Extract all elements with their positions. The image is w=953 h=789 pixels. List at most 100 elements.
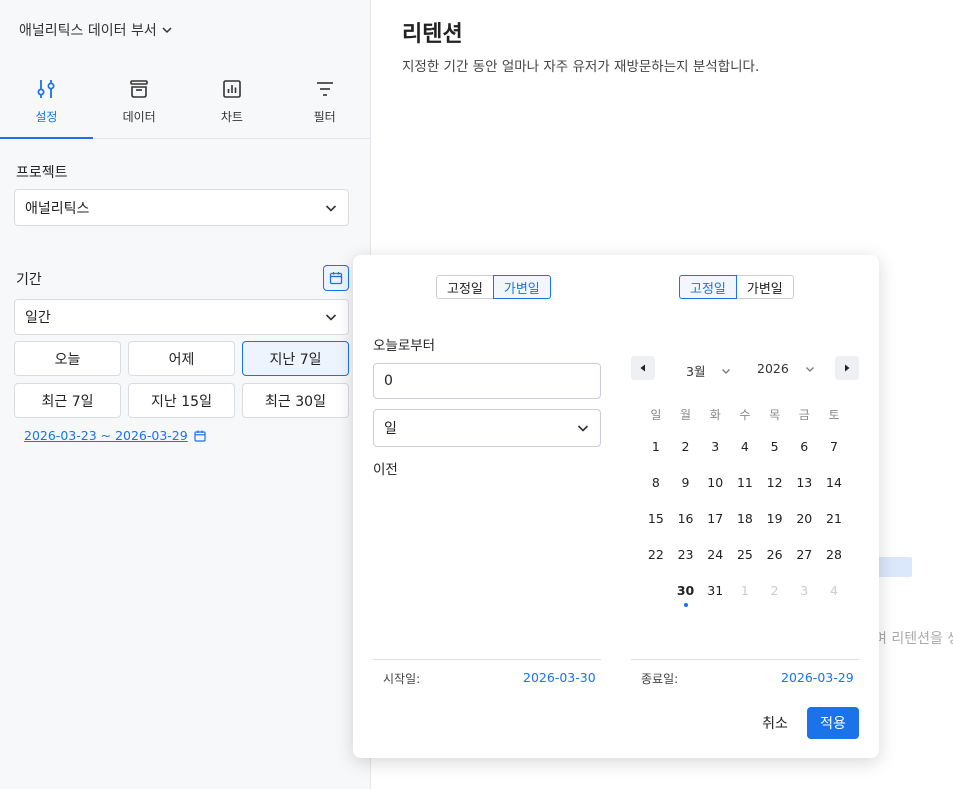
calendar-week: 15 16 17 18 19 20 21 bbox=[641, 501, 851, 537]
before-label: 이전 bbox=[373, 462, 398, 478]
start-variable-option[interactable]: 가변일 bbox=[492, 275, 551, 299]
calendar-day-disabled: 2 bbox=[770, 583, 779, 598]
calendar-week: 8 9 10 11 12 13 14 bbox=[641, 465, 851, 501]
project-select[interactable]: 애널리틱스 bbox=[14, 189, 349, 226]
calendar-day[interactable]: 9 bbox=[671, 470, 701, 496]
calendar-day[interactable]: 4 bbox=[730, 434, 760, 460]
calendar-day[interactable]: 6 bbox=[789, 434, 819, 460]
month-select-value: 3월 bbox=[686, 364, 706, 379]
chart-icon bbox=[223, 80, 241, 98]
from-today-label: 오늘로부터 bbox=[373, 338, 436, 354]
calendar-day[interactable]: 25 bbox=[730, 542, 760, 568]
calendar-day[interactable]: 17 bbox=[700, 506, 730, 532]
quick-range-yesterday-button[interactable]: 어제 bbox=[128, 341, 235, 376]
weekday-label: 일 bbox=[650, 408, 662, 422]
start-date-value: 2026-03-30 bbox=[523, 670, 596, 685]
quick-range-last-7-days-button[interactable]: 지난 7일 bbox=[242, 341, 349, 376]
year-select[interactable]: 2026 bbox=[757, 361, 815, 376]
calendar-day[interactable]: 3 bbox=[700, 434, 730, 460]
calendar-day-today[interactable]: 30 bbox=[671, 578, 701, 607]
start-date-label: 시작일: bbox=[383, 672, 421, 686]
calendar-day[interactable]: 5 bbox=[760, 434, 790, 460]
granularity-select-value: 일간 bbox=[25, 310, 51, 326]
end-divider bbox=[631, 659, 859, 660]
end-date-label: 종료일: bbox=[641, 672, 679, 686]
unit-select[interactable]: 일 bbox=[373, 409, 601, 447]
filter-icon bbox=[316, 82, 333, 96]
calendar-day[interactable]: 11 bbox=[730, 470, 760, 496]
calendar-day[interactable]: 28 bbox=[819, 542, 849, 568]
tab-filter[interactable]: 필터 bbox=[278, 72, 371, 138]
calendar-week: 22 23 24 25 26 27 28 bbox=[641, 537, 851, 573]
weekday-label: 화 bbox=[709, 408, 721, 422]
calendar-day[interactable]: 15 bbox=[641, 506, 671, 532]
page-title: 리텐션 bbox=[402, 22, 463, 47]
calendar-day[interactable]: 7 bbox=[819, 434, 849, 460]
calendar-grid: 일 월 화 수 목 금 토 1 2 3 4 5 6 7 8 9 10 11 12… bbox=[641, 401, 851, 609]
calendar-day[interactable]: 24 bbox=[700, 542, 730, 568]
calendar-day[interactable]: 16 bbox=[671, 506, 701, 532]
quick-range-recent-30-days-button[interactable]: 최근 30일 bbox=[242, 383, 349, 418]
tab-label: 데이터 bbox=[122, 110, 156, 124]
calendar-day[interactable]: 12 bbox=[760, 470, 790, 496]
project-select-value: 애널리틱스 bbox=[25, 200, 90, 217]
weekday-label: 목 bbox=[769, 408, 781, 422]
calendar-day[interactable]: 8 bbox=[641, 470, 671, 496]
tab-settings[interactable]: 설정 bbox=[0, 72, 93, 139]
calendar-day[interactable]: 10 bbox=[700, 470, 730, 496]
calendar-day[interactable]: 18 bbox=[730, 506, 760, 532]
weekday-label: 월 bbox=[680, 408, 692, 422]
granularity-select[interactable]: 일간 bbox=[14, 299, 349, 335]
weekday-label: 수 bbox=[739, 408, 751, 422]
start-mode-toggle: 고정일 가변일 bbox=[436, 275, 551, 299]
calendar-day[interactable]: 13 bbox=[789, 470, 819, 496]
calendar-day[interactable]: 22 bbox=[641, 542, 671, 568]
date-range-link[interactable]: 2026-03-23 ~ 2026-03-29 bbox=[24, 428, 206, 443]
calendar-day[interactable]: 20 bbox=[789, 506, 819, 532]
calendar-day-disabled: 1 bbox=[740, 583, 749, 598]
apply-button[interactable]: 적용 bbox=[807, 707, 859, 739]
calendar-day[interactable]: 23 bbox=[671, 542, 701, 568]
tab-data[interactable]: 데이터 bbox=[93, 72, 186, 138]
calendar-day[interactable]: 26 bbox=[760, 542, 790, 568]
project-label: 프로젝트 bbox=[16, 165, 68, 181]
chevron-down-icon bbox=[577, 425, 589, 432]
caret-right-icon bbox=[845, 364, 850, 372]
period-label: 기간 bbox=[16, 272, 42, 288]
calendar-day[interactable]: 14 bbox=[819, 470, 849, 496]
database-icon bbox=[130, 80, 148, 98]
start-fixed-option[interactable]: 고정일 bbox=[436, 275, 494, 299]
chevron-down-icon bbox=[722, 368, 731, 374]
end-variable-option[interactable]: 가변일 bbox=[735, 275, 794, 299]
calendar-day[interactable]: 1 bbox=[641, 434, 671, 460]
caret-left-icon bbox=[640, 364, 645, 372]
workspace-selector[interactable]: 애널리틱스 데이터 부서 bbox=[19, 20, 173, 40]
quick-range-recent-7-days-button[interactable]: 최근 7일 bbox=[14, 383, 121, 418]
calendar-day[interactable]: 21 bbox=[819, 506, 849, 532]
sidebar: 애널리틱스 데이터 부서 설정 데이터 차트 필터 프로젝트 애널리틱스 기간 … bbox=[0, 0, 371, 789]
next-month-button[interactable] bbox=[835, 356, 859, 380]
calendar-day-selected[interactable]: 29 bbox=[641, 578, 671, 604]
unit-select-value: 일 bbox=[384, 421, 397, 437]
tab-chart[interactable]: 차트 bbox=[186, 72, 279, 138]
offset-input[interactable]: 0 bbox=[373, 363, 601, 399]
background-hint-text: 며 리텐션을 생 bbox=[874, 631, 953, 647]
month-select[interactable]: 3월 bbox=[686, 361, 731, 380]
calendar-day[interactable]: 2 bbox=[671, 434, 701, 460]
chevron-down-icon bbox=[325, 204, 337, 212]
calendar-button[interactable] bbox=[323, 265, 349, 291]
calendar-week: 1 2 3 4 5 6 7 bbox=[641, 429, 851, 465]
cancel-button[interactable]: 취소 bbox=[753, 707, 797, 739]
calendar-day[interactable]: 19 bbox=[760, 506, 790, 532]
prev-month-button[interactable] bbox=[631, 356, 655, 380]
calendar-day[interactable]: 27 bbox=[789, 542, 819, 568]
tab-label: 설정 bbox=[35, 110, 58, 124]
end-fixed-option[interactable]: 고정일 bbox=[679, 275, 737, 299]
calendar-week: 29 30 31 1 2 3 4 bbox=[641, 573, 851, 609]
quick-range-today-button[interactable]: 오늘 bbox=[14, 341, 121, 376]
start-divider bbox=[373, 659, 601, 660]
tab-label: 필터 bbox=[313, 110, 336, 124]
calendar-day[interactable]: 31 bbox=[700, 578, 730, 604]
workspace-name: 애널리틱스 데이터 부서 bbox=[19, 23, 157, 39]
quick-range-last-15-days-button[interactable]: 지난 15일 bbox=[128, 383, 235, 418]
